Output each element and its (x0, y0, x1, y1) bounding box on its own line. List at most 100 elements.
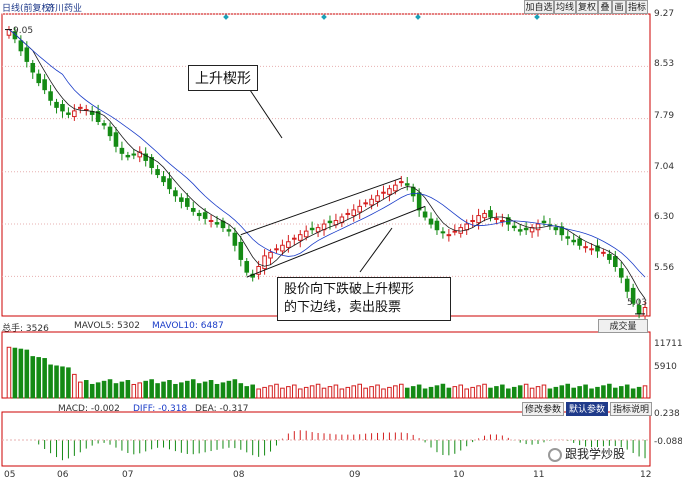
volume-bar (535, 386, 541, 399)
add-watchlist-button[interactable]: 加自选 (524, 0, 554, 14)
candle-body (179, 197, 184, 202)
volume-bar (595, 386, 600, 399)
candle-body (303, 230, 309, 238)
candle-body (488, 210, 493, 218)
adjust-button[interactable]: 复权 (576, 0, 598, 14)
volume-bar (42, 358, 47, 399)
volume-bar (262, 386, 267, 399)
indicator-button[interactable]: 指标 (626, 0, 648, 14)
volume-bar (357, 383, 362, 399)
volume-bar (131, 383, 137, 399)
volume-bar (214, 383, 220, 399)
volume-bar (6, 346, 12, 399)
candle-body (517, 229, 523, 232)
candle-body (500, 220, 505, 223)
volume-bar (517, 385, 523, 399)
overlay-button[interactable]: 叠 (598, 0, 612, 14)
volume-bar (143, 380, 148, 399)
candle-body (232, 232, 238, 246)
candle-body (523, 227, 529, 231)
volume-bar (137, 382, 143, 399)
x-tick-label: 09 (349, 470, 361, 480)
candle-body (131, 153, 137, 156)
candle-body (18, 40, 24, 52)
ma-button[interactable]: 均线 (554, 0, 576, 14)
volume-bar (179, 382, 184, 399)
draw-button[interactable]: 画 (612, 0, 626, 14)
volume-bar (309, 385, 315, 399)
volume-bar (410, 386, 416, 399)
candle-body (541, 220, 547, 224)
candle-body (274, 248, 279, 251)
candle-body (161, 176, 166, 183)
volume-bar (280, 387, 285, 399)
volume-bar (18, 348, 24, 399)
volume-bar (607, 383, 612, 399)
candle-body (458, 227, 464, 234)
volume-bar (624, 384, 630, 399)
volume-bar (30, 356, 36, 399)
volume-bar (393, 385, 398, 399)
candle-body (309, 227, 315, 231)
volume-bar (125, 380, 131, 399)
volume-bar (54, 365, 59, 399)
candle-body (553, 227, 559, 231)
candle-body (369, 198, 374, 206)
x-tick-label: 07 (122, 470, 134, 480)
macd-tick-label: -0.088 (654, 437, 682, 447)
volume-bar (547, 388, 553, 399)
candle-body (345, 212, 351, 215)
volume-indicator-button[interactable]: 成交量 (598, 319, 648, 333)
candle-body (482, 212, 487, 219)
candle-body (107, 126, 113, 137)
candle-body (404, 183, 410, 186)
dea-value-label: DEA: -0.317 (195, 404, 249, 414)
volume-bar (113, 383, 119, 399)
volume-bar (601, 385, 606, 399)
candle-body (244, 261, 250, 273)
candle-body (583, 246, 588, 249)
candle-body (101, 123, 107, 126)
volume-tick-label: 11711 (654, 339, 682, 349)
volume-bar (60, 366, 65, 399)
candle-body (589, 248, 594, 251)
breakdown-annotation: 股价向下跌破上升楔形 的下边线，卖出股票 (277, 277, 451, 321)
volume-bar (446, 387, 452, 399)
x-tick-label: 08 (233, 470, 245, 480)
watermark-text: 跟我学炒股 (565, 447, 626, 461)
candle-body (381, 191, 386, 194)
modify-params-button[interactable]: 修改参数 (522, 402, 564, 416)
price-tick-label: 9.27 (654, 9, 675, 19)
volume-bar (36, 357, 41, 399)
volume-bar (303, 386, 309, 399)
volume-bar (202, 381, 208, 399)
volume-bar (476, 385, 481, 399)
volume-bar (72, 373, 77, 399)
volume-bar (559, 385, 565, 399)
default-params-button[interactable]: 默认参数 (566, 402, 608, 416)
volume-bar (327, 386, 333, 399)
indicator-help-button[interactable]: 指标说明 (610, 402, 652, 416)
candle-body (125, 154, 131, 158)
candle-body (78, 106, 83, 109)
diff-value-label: DIFF: -0.318 (133, 404, 188, 414)
candle-body (262, 255, 267, 270)
volume-bar (24, 349, 30, 399)
volume-bar (208, 380, 214, 399)
volume-bar (541, 384, 547, 399)
volume-bar (630, 388, 636, 399)
volume-bar (565, 383, 571, 399)
breakdown-annotation-line2: 的下边线，卖出股票 (284, 300, 402, 315)
candle-body (297, 234, 303, 241)
candle-body (66, 112, 71, 115)
candle-body (470, 220, 475, 223)
candle-body (280, 244, 285, 252)
x-tick-label: 12 (640, 470, 652, 480)
volume-bar (155, 383, 160, 399)
volume-bar (101, 380, 107, 399)
candle-body (36, 73, 41, 84)
volume-bar (256, 388, 261, 399)
volume-bar (642, 385, 648, 399)
volume-bar (529, 387, 535, 399)
wedge-annotation: 上升楔形 (188, 65, 258, 91)
